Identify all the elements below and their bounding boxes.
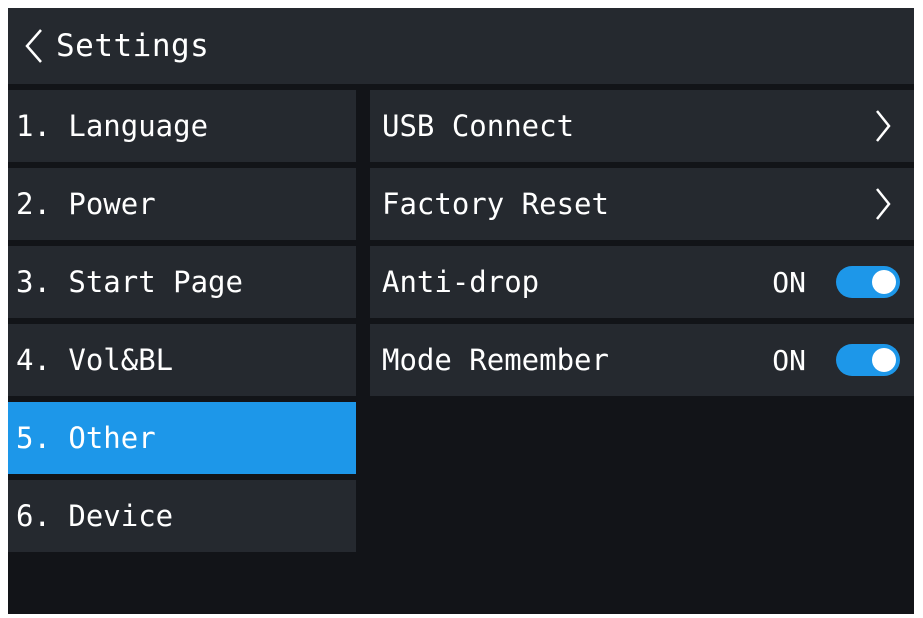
toggle-knob bbox=[872, 270, 896, 294]
row-label: USB Connect bbox=[382, 109, 575, 143]
anti-drop-row: Anti-drop ON bbox=[370, 246, 914, 318]
anti-drop-toggle[interactable] bbox=[836, 266, 900, 298]
chevron-right-icon bbox=[872, 106, 894, 146]
toggle-state-text: ON bbox=[772, 265, 806, 299]
sidebar: 1. Language 2. Power 3. Start Page 4. Vo… bbox=[8, 90, 356, 558]
sidebar-item-power[interactable]: 2. Power bbox=[8, 168, 356, 240]
sidebar-item-label: 6. Device bbox=[16, 499, 174, 533]
device-screen: Settings 1. Language 2. Power 3. Start P… bbox=[8, 8, 914, 614]
sidebar-item-label: 2. Power bbox=[16, 187, 156, 221]
row-label: Factory Reset bbox=[382, 187, 609, 221]
settings-panel: USB Connect Factory Reset Anti-drop ON M… bbox=[370, 90, 914, 402]
sidebar-item-other[interactable]: 5. Other bbox=[8, 402, 356, 474]
row-label: Mode Remember bbox=[382, 343, 609, 377]
usb-connect-row[interactable]: USB Connect bbox=[370, 90, 914, 162]
mode-remember-toggle[interactable] bbox=[836, 344, 900, 376]
sidebar-item-vol-bl[interactable]: 4. Vol&BL bbox=[8, 324, 356, 396]
header-bar: Settings bbox=[8, 8, 914, 84]
sidebar-item-label: 4. Vol&BL bbox=[16, 343, 174, 377]
row-label: Anti-drop bbox=[382, 265, 540, 299]
toggle-knob bbox=[872, 348, 896, 372]
sidebar-item-device[interactable]: 6. Device bbox=[8, 480, 356, 552]
back-icon[interactable] bbox=[14, 8, 54, 84]
chevron-right-icon bbox=[872, 184, 894, 224]
factory-reset-row[interactable]: Factory Reset bbox=[370, 168, 914, 240]
sidebar-item-label: 5. Other bbox=[16, 421, 156, 455]
sidebar-item-start-page[interactable]: 3. Start Page bbox=[8, 246, 356, 318]
sidebar-item-language[interactable]: 1. Language bbox=[8, 90, 356, 162]
sidebar-item-label: 1. Language bbox=[16, 109, 209, 143]
sidebar-item-label: 3. Start Page bbox=[16, 265, 243, 299]
page-title: Settings bbox=[56, 28, 210, 64]
mode-remember-row: Mode Remember ON bbox=[370, 324, 914, 396]
toggle-state-text: ON bbox=[772, 343, 806, 377]
